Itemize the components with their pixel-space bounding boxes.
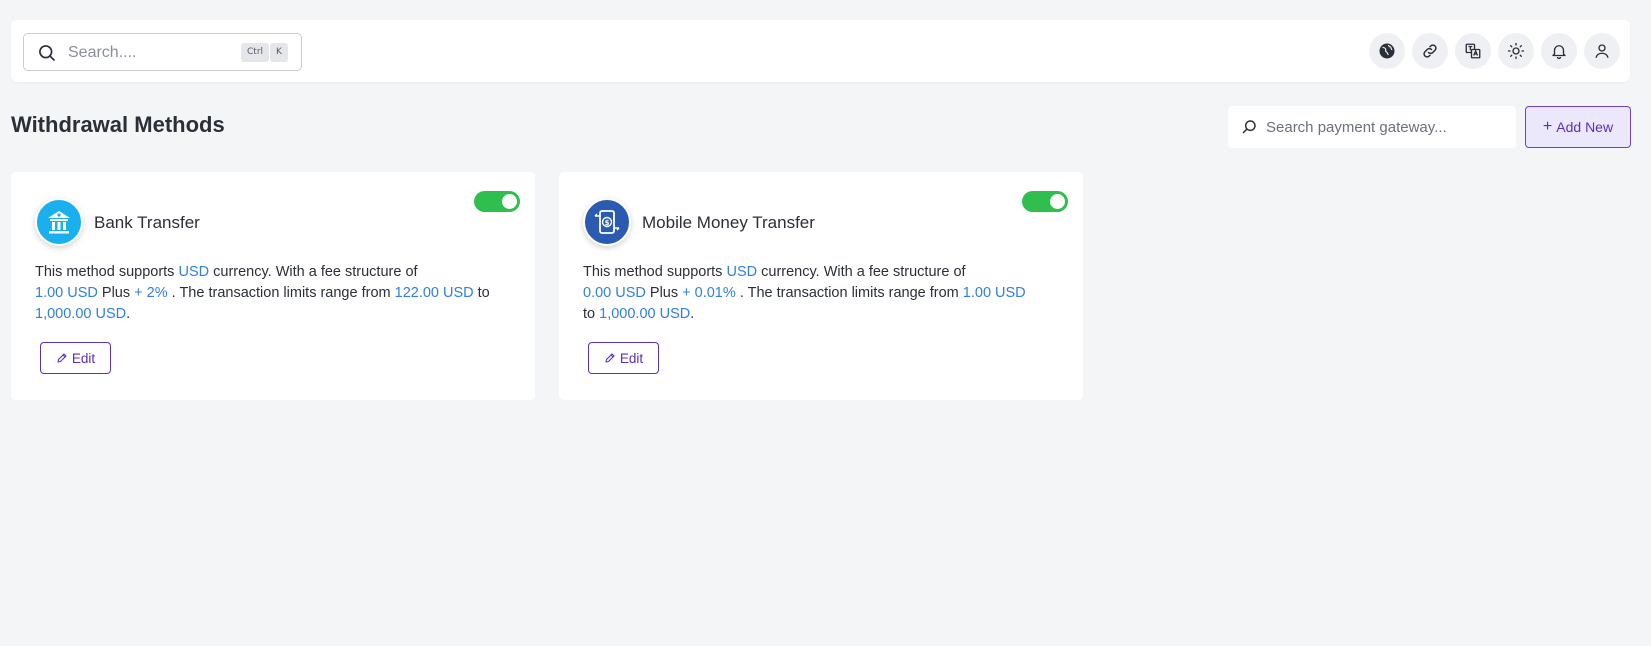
method-logo: $ xyxy=(583,198,631,246)
desc-text: currency. With a fee structure of xyxy=(213,264,418,280)
method-card-bank-transfer: Bank Transfer This method supports USD c… xyxy=(11,172,535,400)
plus-icon: + xyxy=(1542,118,1553,135)
max-limit-value: 1,000.00 USD xyxy=(35,306,127,322)
bank-icon xyxy=(48,211,70,234)
translate-button[interactable] xyxy=(1455,33,1491,69)
min-limit-value: 122.00 USD xyxy=(394,285,474,301)
method-name: Mobile Money Transfer xyxy=(642,213,815,232)
link-button[interactable] xyxy=(1412,33,1448,69)
global-search-box[interactable]: Search.... Ctrl K xyxy=(23,33,302,71)
method-status-toggle[interactable] xyxy=(474,191,520,212)
desc-text: . xyxy=(126,306,131,322)
search-icon xyxy=(1242,120,1256,134)
desc-text: to xyxy=(583,306,596,322)
link-icon xyxy=(1423,44,1437,58)
notifications-button[interactable] xyxy=(1541,33,1577,69)
desc-text: . The transaction limits range from xyxy=(739,285,959,301)
gateway-search-input[interactable] xyxy=(1266,106,1506,148)
sun-icon xyxy=(1507,42,1525,60)
percent-fee-value: + 2% xyxy=(134,285,168,301)
desc-text: This method supports xyxy=(35,264,175,280)
mobile-money-icon: $ xyxy=(594,210,620,234)
add-new-button[interactable]: + Add New xyxy=(1525,106,1631,148)
translate-icon xyxy=(1465,43,1481,59)
desc-text: to xyxy=(477,285,490,301)
pencil-icon xyxy=(605,353,615,363)
global-search-placeholder: Search.... xyxy=(68,44,137,61)
bell-icon xyxy=(1552,45,1566,60)
method-card-mobile-money-transfer: $ Mobile Money Transfer This method supp… xyxy=(559,172,1083,400)
fixed-fee-value: 0.00 USD xyxy=(583,285,646,301)
profile-button[interactable] xyxy=(1584,33,1620,69)
desc-text: This method supports xyxy=(583,264,723,280)
toggle-knob xyxy=(1050,194,1065,209)
currency-value: USD xyxy=(726,264,758,280)
pencil-icon xyxy=(57,353,67,363)
search-icon xyxy=(39,45,56,62)
top-bar: Search.... Ctrl K xyxy=(11,20,1630,82)
method-name: Bank Transfer xyxy=(94,213,200,232)
percent-fee-value: + 0.01% xyxy=(682,285,736,301)
shortcut-k-key: K xyxy=(270,43,288,62)
min-limit-value: 1.00 USD xyxy=(962,285,1026,301)
add-new-label: Add New xyxy=(1556,119,1614,135)
fixed-fee-value: 1.00 USD xyxy=(35,285,98,301)
desc-text: currency. With a fee structure of xyxy=(761,264,966,280)
gateway-search-box xyxy=(1228,106,1516,148)
edit-label: Edit xyxy=(71,350,96,366)
desc-text: . xyxy=(690,306,695,322)
theme-toggle-button[interactable] xyxy=(1498,33,1534,69)
svg-text:$: $ xyxy=(605,219,610,227)
method-logo xyxy=(35,198,83,246)
edit-button[interactable]: Edit xyxy=(588,342,659,374)
page-title: Withdrawal Methods xyxy=(11,112,225,137)
user-icon xyxy=(1595,44,1609,58)
currency-value: USD xyxy=(178,264,210,280)
toggle-knob xyxy=(502,194,517,209)
desc-text: Plus xyxy=(101,285,131,301)
method-description: This method supports USD currency. With … xyxy=(35,262,515,325)
max-limit-value: 1,000.00 USD xyxy=(599,306,691,322)
desc-text: . The transaction limits range from xyxy=(171,285,391,301)
language-button[interactable] xyxy=(1369,33,1405,69)
globe-icon xyxy=(1379,43,1395,59)
desc-text: Plus xyxy=(649,285,679,301)
method-status-toggle[interactable] xyxy=(1022,191,1068,212)
shortcut-ctrl-key: Ctrl xyxy=(241,43,270,62)
edit-button[interactable]: Edit xyxy=(40,342,111,374)
method-description: This method supports USD currency. With … xyxy=(583,262,1063,325)
edit-label: Edit xyxy=(619,350,644,366)
